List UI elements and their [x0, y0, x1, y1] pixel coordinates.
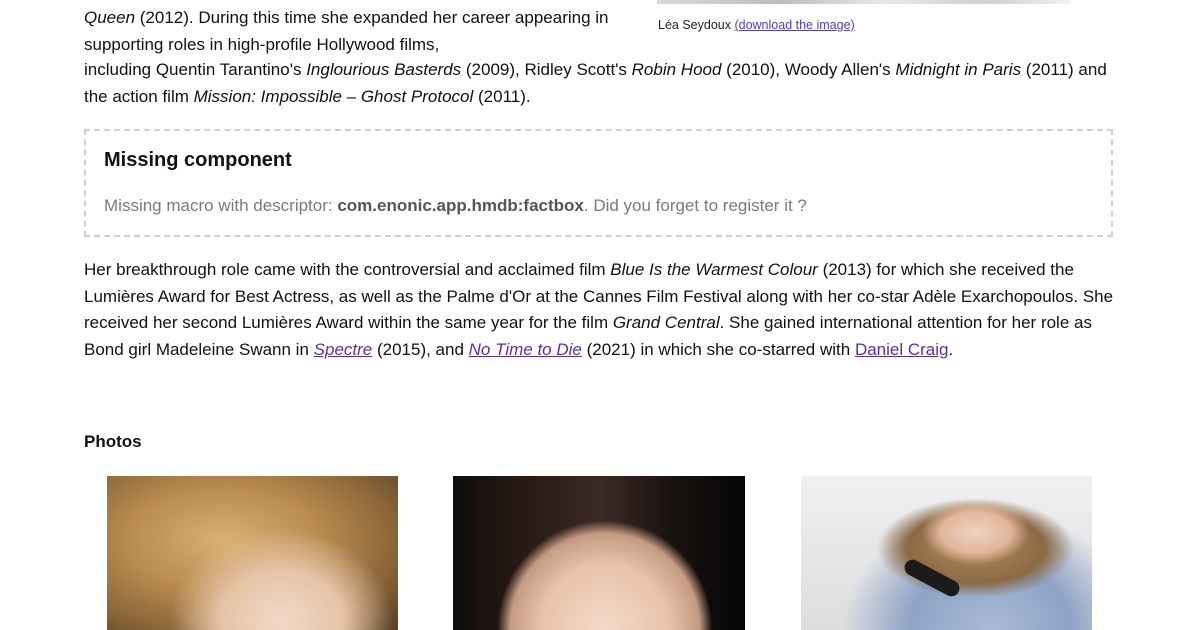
- italic-title: Robin Hood: [631, 60, 722, 79]
- photos-heading: Photos: [84, 432, 142, 451]
- text-run: (2009), Ridley Scott's: [461, 60, 632, 79]
- italic-title: Midnight in Paris: [895, 60, 1022, 79]
- bio-paragraph-1-top: Queen (2012). During this time she expan…: [84, 5, 624, 58]
- italic-title: Mission: Impossible – Ghost Protocol: [193, 86, 474, 106]
- italic-title: Grand Central: [612, 313, 720, 332]
- bio-paragraph-2: Her breakthrough role came with the cont…: [84, 257, 1124, 363]
- inline-link[interactable]: No Time to Die: [469, 340, 582, 359]
- image-caption: Léa Seydoux (download the image): [658, 18, 855, 32]
- italic-title: Queen: [84, 8, 136, 27]
- photo-thumbnail-1[interactable]: [107, 476, 398, 630]
- missing-message-suffix: . Did you forget to register it ?: [583, 196, 807, 215]
- missing-component-message: Missing macro with descriptor: com.enoni…: [104, 196, 807, 216]
- missing-component-title: Missing component: [104, 149, 292, 171]
- photo-thumbnail-3[interactable]: [801, 476, 1092, 630]
- page: Léa Seydoux (download the image) Queen (…: [0, 0, 1200, 630]
- hero-image: [657, 0, 1071, 4]
- inline-link[interactable]: Spectre: [314, 340, 373, 359]
- italic-title: Inglourious Basterds: [306, 60, 462, 79]
- missing-message-prefix: Missing macro with descriptor:: [104, 196, 338, 215]
- caption-name: Léa Seydoux: [658, 18, 731, 32]
- text-run: (2015), and: [372, 339, 469, 359]
- text-run: (2011).: [473, 86, 531, 106]
- text-run: (2021) in which she co-starred with: [581, 339, 855, 359]
- inline-link[interactable]: Daniel Craig: [855, 340, 949, 359]
- bio-paragraph-1-rest: including Quentin Tarantino's Inglouriou…: [84, 57, 1124, 110]
- text-run: Her breakthrough role came with the cont…: [84, 260, 611, 279]
- text-run: (2010), Woody Allen's: [721, 60, 896, 79]
- text-run: including Quentin Tarantino's: [84, 60, 307, 79]
- text-run: (2012). During this time she expanded he…: [84, 8, 609, 54]
- italic-title: Blue Is the Warmest Colour: [610, 260, 818, 279]
- download-image-link[interactable]: (download the image): [734, 18, 854, 32]
- text-run: .: [948, 339, 954, 359]
- photo-thumbnail-2[interactable]: [453, 476, 745, 630]
- macro-descriptor: com.enonic.app.hmdb:factbox: [337, 196, 584, 215]
- missing-component-box: Missing component Missing macro with des…: [84, 129, 1113, 237]
